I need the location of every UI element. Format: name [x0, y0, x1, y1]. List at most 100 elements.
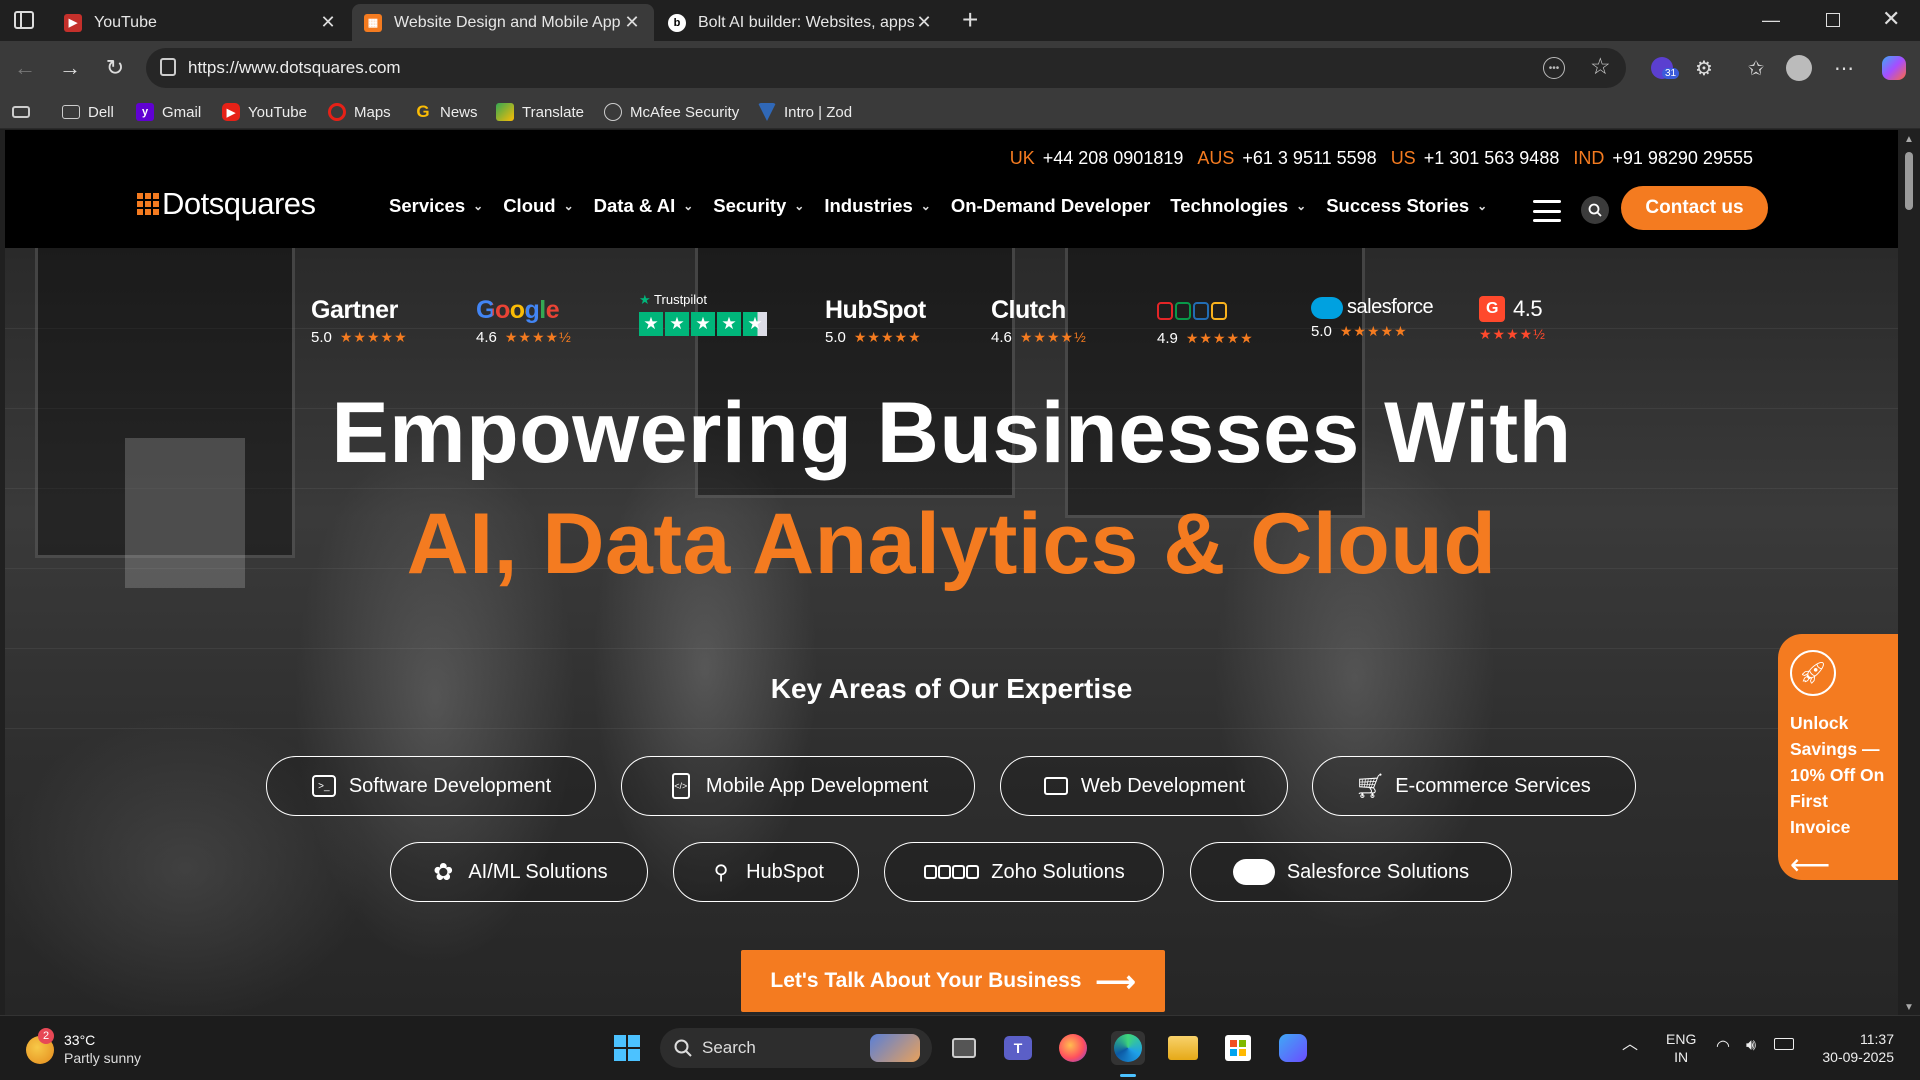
contact-us-button[interactable]: Contact us [1621, 186, 1768, 230]
show-hidden-icons[interactable]: ︿ [1622, 1036, 1638, 1054]
weather-widget[interactable]: 2 33°C Partly sunny [24, 1028, 164, 1070]
reader-mode-icon[interactable]: ••• [1543, 57, 1565, 79]
site-info-icon[interactable] [160, 58, 176, 76]
task-view-icon[interactable] [947, 1031, 981, 1065]
pill-web-development[interactable]: Web Development [1000, 756, 1288, 816]
bookmark-zod[interactable]: Intro | Zod [758, 101, 852, 123]
firefox-icon[interactable] [1056, 1031, 1090, 1065]
tab-youtube[interactable]: ▶ YouTube ✕ [52, 4, 350, 41]
clock[interactable]: 11:37 30-09-2025 [1814, 1030, 1894, 1066]
copilot-app-icon[interactable] [1276, 1031, 1310, 1065]
shopping-cart-icon: 🛒︎ [1354, 772, 1386, 800]
scrollbar-thumb[interactable] [1905, 152, 1913, 210]
promo-text: Unlock Savings — 10% Off On First Invoic… [1790, 713, 1885, 837]
talk-about-business-button[interactable]: Let's Talk About Your Business ⟶ [741, 950, 1165, 1012]
tab-dotsquares[interactable]: ▦ Website Design and Mobile App Developm… [352, 4, 654, 41]
star-rating-icon: ★★★★★ [339, 329, 408, 345]
bookmark-news[interactable]: G News [414, 101, 478, 123]
bookmark-maps[interactable]: Maps [328, 101, 391, 123]
back-button[interactable]: ← [10, 53, 40, 83]
scroll-down-icon[interactable]: ▼ [1902, 1002, 1916, 1013]
bookmark-label: News [440, 103, 478, 121]
nav-technologies[interactable]: Technologies ⌄ [1170, 195, 1306, 217]
close-window-button[interactable]: ✕ [1882, 6, 1900, 32]
site-logo[interactable]: Dotsquares [137, 186, 316, 222]
nav-cloud[interactable]: Cloud ⌄ [503, 195, 573, 217]
nav-industries[interactable]: Industries ⌄ [824, 195, 930, 217]
rating-trustpilot: ★ Trustpilot ★ ★ ★ ★ ★ [639, 292, 767, 336]
nav-label: Technologies [1170, 195, 1289, 216]
nav-label: Industries [824, 195, 913, 216]
copilot-icon[interactable] [1880, 54, 1908, 82]
tab-bolt[interactable]: b Bolt AI builder: Websites, apps & prot… [656, 4, 946, 41]
yahoo-mail-icon: y [136, 103, 154, 121]
reload-button[interactable]: ↻ [100, 53, 130, 83]
address-bar[interactable]: https://www.dotsquares.com ••• ☆ [146, 48, 1626, 88]
teams-icon[interactable]: T [1001, 1031, 1035, 1065]
scroll-up-icon[interactable]: ▲ [1902, 134, 1916, 145]
language-indicator[interactable]: ENG IN [1666, 1030, 1696, 1066]
bookmark-mcafee[interactable]: McAfee Security [604, 101, 739, 123]
extension-icon[interactable]: 31 [1648, 54, 1680, 82]
taskbar-search[interactable]: Search [660, 1028, 932, 1068]
profile-avatar[interactable] [1785, 54, 1813, 82]
more-menu-icon[interactable]: ⋯ [1830, 54, 1858, 82]
chevron-down-icon: ⌄ [794, 199, 805, 213]
pill-ecommerce-services[interactable]: 🛒︎ E-commerce Services [1312, 756, 1636, 816]
microsoft-store-icon[interactable] [1221, 1031, 1255, 1065]
phone-link[interactable]: +44 208 0901819 [1043, 148, 1184, 169]
openai-icon: ✿ [433, 858, 454, 886]
favorites-icon[interactable]: ✩ [1742, 54, 1770, 82]
cta-label: Let's Talk About Your Business [770, 969, 1082, 992]
wifi-icon[interactable]: ◠ [1716, 1038, 1730, 1056]
nav-on-demand-developer[interactable]: On-Demand Developer [951, 195, 1150, 217]
promo-banner[interactable]: 🚀︎ Unlock Savings — 10% Off On First Inv… [1778, 634, 1898, 880]
bookmark-translate[interactable]: Translate [496, 101, 584, 123]
pill-ai-ml-solutions[interactable]: ✿ AI/ML Solutions [390, 842, 648, 902]
favorite-star-icon[interactable]: ☆ [1590, 53, 1611, 80]
rating-hubspot: HubSpot 5.0 ★★★★★ [825, 296, 926, 346]
close-tab-icon[interactable]: ✕ [914, 12, 934, 33]
battery-icon[interactable] [1774, 1038, 1794, 1050]
nav-data-ai[interactable]: Data & AI ⌄ [594, 195, 694, 217]
volume-icon[interactable]: 🔊︎ [1746, 1037, 1756, 1055]
page-scrollbar[interactable]: ▲ ▼ [1898, 130, 1920, 1015]
rating-score: 4.5 [1513, 296, 1543, 321]
pill-zoho-solutions[interactable]: Zoho Solutions [884, 842, 1164, 902]
pill-hubspot[interactable]: ⚲ HubSpot [673, 842, 859, 902]
rating-brand: Google [476, 296, 560, 324]
pill-mobile-app-development[interactable]: </> Mobile App Development [621, 756, 975, 816]
close-tab-icon[interactable]: ✕ [318, 12, 338, 33]
nav-security[interactable]: Security ⌄ [713, 195, 804, 217]
extensions-puzzle-icon[interactable]: ⚙ [1690, 54, 1718, 82]
maximize-button[interactable] [1826, 13, 1840, 27]
file-explorer-icon[interactable] [1166, 1031, 1200, 1065]
nav-services[interactable]: Services ⌄ [389, 195, 483, 217]
reading-list-icon[interactable] [12, 101, 30, 123]
phone-link[interactable]: +61 3 9511 5598 [1242, 148, 1376, 169]
minimize-button[interactable]: — [1762, 10, 1780, 31]
hamburger-menu-icon[interactable] [1533, 200, 1561, 222]
search-icon[interactable] [1581, 196, 1609, 224]
forward-button[interactable]: → [55, 53, 85, 83]
zod-icon [758, 103, 776, 121]
tab-actions-icon[interactable] [14, 11, 34, 29]
pill-software-development[interactable]: >_ Software Development [266, 756, 596, 816]
bookmark-dell[interactable]: Dell [62, 101, 114, 123]
phone-link[interactable]: +91 98290 29555 [1612, 148, 1753, 169]
close-tab-icon[interactable]: ✕ [622, 12, 642, 33]
edge-icon[interactable] [1111, 1031, 1145, 1065]
logo-grid-icon [137, 193, 159, 215]
rating-brand: Gartner [311, 296, 398, 324]
bookmark-youtube[interactable]: ▶ YouTube [222, 101, 307, 123]
tab-title: Bolt AI builder: Websites, apps & protot… [698, 13, 914, 31]
translate-icon [496, 103, 514, 121]
pill-salesforce-solutions[interactable]: Salesforce Solutions [1190, 842, 1512, 902]
bookmark-gmail[interactable]: y Gmail [136, 101, 201, 123]
phone-link[interactable]: +1 301 563 9488 [1424, 148, 1560, 169]
pill-label: HubSpot [746, 860, 824, 883]
nav-success-stories[interactable]: Success Stories ⌄ [1326, 195, 1487, 217]
hero-headline-accent: AI, Data Analytics & Cloud [406, 496, 1497, 592]
start-button[interactable] [610, 1031, 644, 1065]
new-tab-button[interactable]: + [962, 4, 978, 36]
